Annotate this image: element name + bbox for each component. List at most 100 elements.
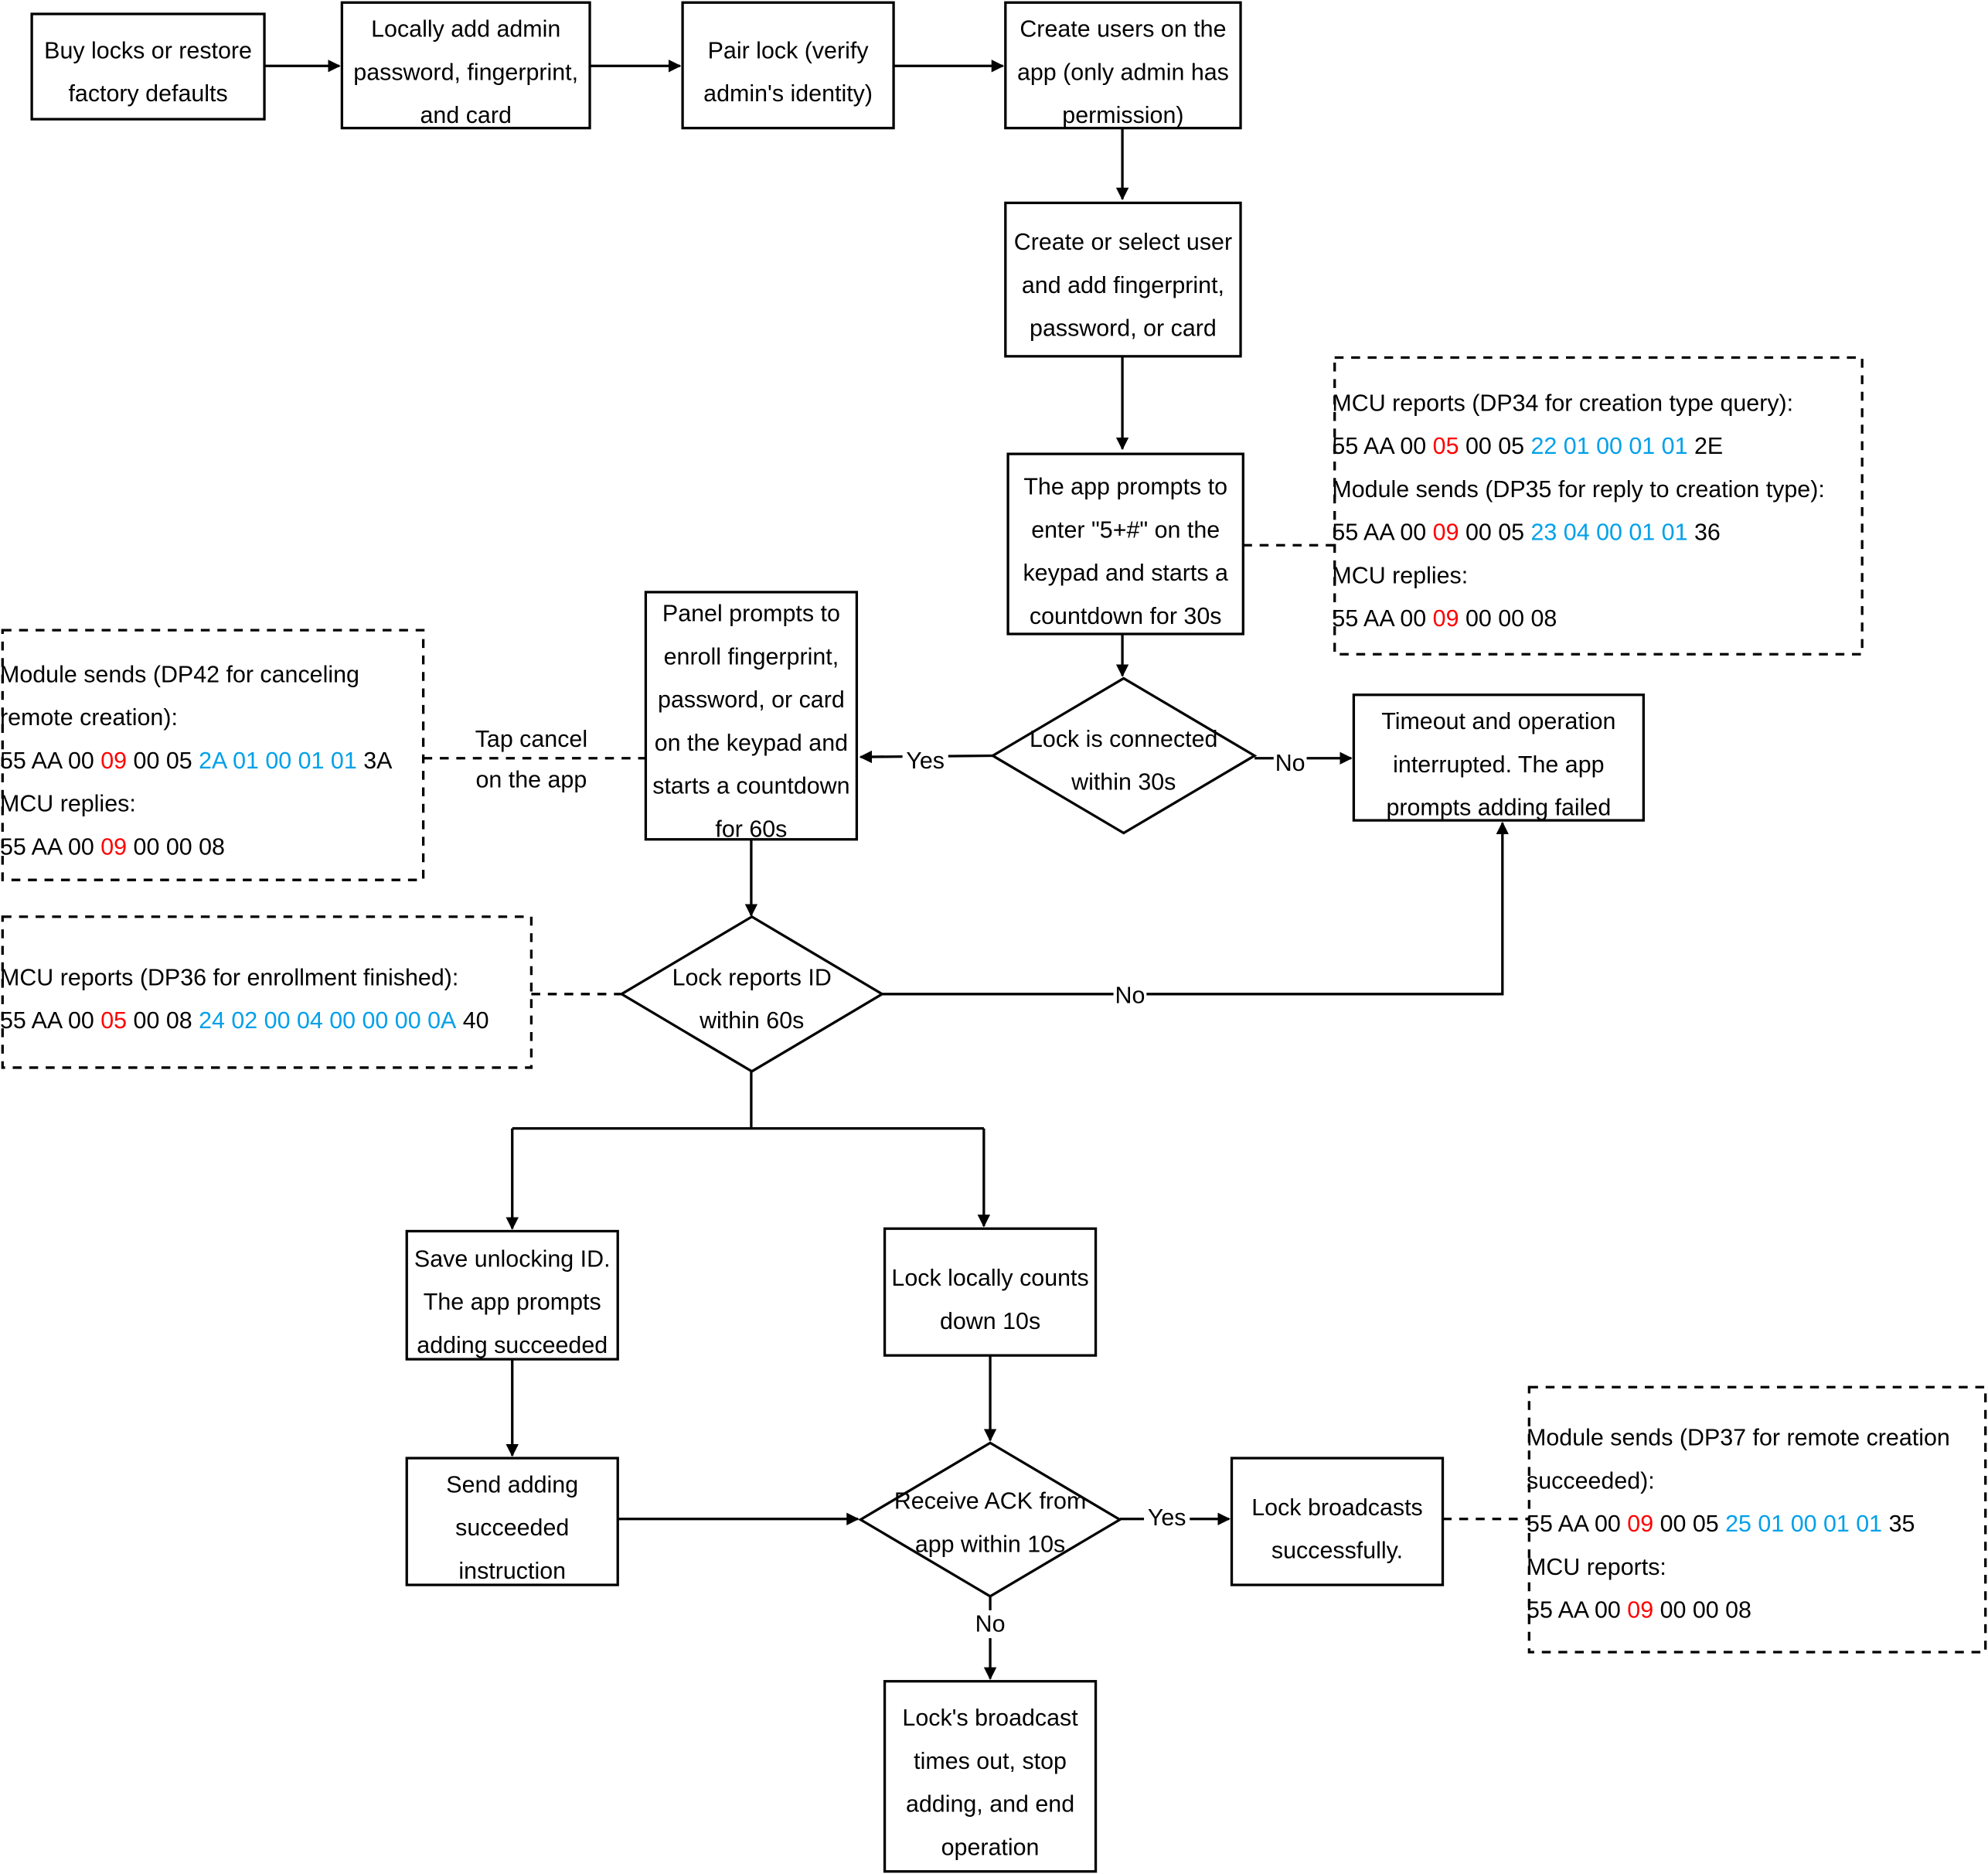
edge-label-text: Tap cancel <box>475 726 587 752</box>
node-text: on the keypad and <box>655 730 848 756</box>
annotation-line: 55 AA 00 05 00 05 22 01 00 01 01 2E <box>1332 433 1723 459</box>
annotation-segment: 00 05 <box>1459 433 1531 459</box>
annotation-segment: 00 05 <box>127 748 199 774</box>
annotation-segment: succeeded): <box>1527 1467 1655 1494</box>
edge-label-no-reports-id: No <box>1113 981 1147 1010</box>
node-text: countdown for 30s <box>1030 603 1222 629</box>
node-text: Create or select user <box>1014 229 1232 255</box>
annotation-segment: Module sends (DP42 for canceling <box>0 661 359 687</box>
annotation-segment: 36 <box>1688 520 1721 546</box>
annotation-segment: 09 <box>1433 605 1459 632</box>
node-text: adding succeeded <box>417 1332 608 1358</box>
node-broadcast-timeout: Lock's broadcast times out, stop adding, a… <box>883 1680 1098 1873</box>
annotation-segment: 09 <box>1627 1597 1653 1624</box>
node-text: password, or card <box>1030 315 1217 342</box>
annotation-segment: 3A <box>357 748 393 774</box>
node-text: interrupted. The app <box>1393 751 1604 778</box>
node-text: instruction <box>458 1558 566 1584</box>
node-text: enroll fingerprint, <box>664 643 839 670</box>
edge-label-text: No <box>1275 750 1305 776</box>
annotation-segment: 00 05 <box>1459 520 1531 546</box>
annotation-segment: MCU replies: <box>1332 562 1468 588</box>
node-text: password, or card <box>658 687 845 713</box>
node-app-prompts: The app prompts to enter "5+#" on the keyp… <box>1006 452 1244 635</box>
annotation-segment: 22 01 00 01 01 <box>1531 433 1688 459</box>
node-text: password, fingerprint, <box>353 59 578 85</box>
annotation-line: MCU reports: <box>1527 1554 1666 1580</box>
node-panel-prompts: Panel prompts to enroll fingerprint, passw… <box>644 591 859 842</box>
edge-label-text: on the app <box>476 767 587 793</box>
annotation-segment: 55 AA 00 <box>0 748 100 774</box>
node-text: for 60s <box>715 816 787 842</box>
annotation-segment: 09 <box>1433 520 1459 546</box>
nodes: Buy locks or restore factory defaults Loca… <box>30 1 1645 1873</box>
annotation-segment: 55 AA 00 <box>1332 433 1432 459</box>
annotation-segment: 09 <box>100 833 127 860</box>
node-text: within 60s <box>699 1007 804 1034</box>
node-text: admin's identity) <box>703 80 873 107</box>
node-reports-id-60s: Lock reports ID within 60s <box>618 915 885 1073</box>
annotation-segment: Module sends (DP37 for remote creation <box>1527 1425 1950 1451</box>
annotation-segment: 40 <box>456 1007 488 1034</box>
edge-label-no-connected: No <box>1273 749 1307 778</box>
annotation-segment: 00 00 08 <box>1459 605 1557 632</box>
annotation-segment: 25 01 00 01 01 <box>1725 1511 1882 1537</box>
node-text: Create users on the <box>1020 16 1226 43</box>
node-text: down 10s <box>940 1308 1040 1334</box>
annotation-segment: 2A 01 00 01 01 <box>199 748 357 774</box>
node-text: factory defaults <box>68 80 227 107</box>
node-text: Lock is connected <box>1030 726 1217 752</box>
annotation-dp42: Module sends (DP42 for canceling remote c… <box>0 629 425 881</box>
node-text: succeeded <box>455 1515 569 1541</box>
annotation-dp34-35: MCU reports (DP34 for creation type quer… <box>1332 356 1864 656</box>
annotation-segment: 2E <box>1688 433 1724 459</box>
annotation-line: 55 AA 00 09 00 00 08 <box>1332 605 1557 632</box>
annotation-line: MCU replies: <box>1332 562 1468 588</box>
edge-label-text: Yes <box>1148 1504 1186 1531</box>
node-text: Save unlocking ID. <box>414 1245 611 1272</box>
node-text: prompts adding failed <box>1386 795 1611 821</box>
annotation-dp37: Module sends (DP37 for remote creation su… <box>1527 1385 1987 1654</box>
annotation-line: remote creation): <box>0 704 178 731</box>
process-box <box>883 1227 1098 1357</box>
node-text: Buy locks or restore <box>44 37 252 63</box>
node-text: adding, and end <box>906 1791 1074 1818</box>
annotation-segment: 24 02 00 04 00 00 00 0A <box>199 1007 457 1034</box>
decision-diamond <box>858 1441 1123 1598</box>
annotation-segment: 00 08 <box>127 1007 199 1034</box>
dashed-note-box <box>1 915 533 1069</box>
node-text: permission) <box>1062 102 1183 128</box>
edge-label-no-ack: No <box>973 1610 1007 1638</box>
flowchart: Buy locks or restore factory defaults Loca… <box>0 1 1987 1873</box>
annotation-segment: 00 05 <box>1653 1511 1725 1537</box>
annotation-segment: remote creation): <box>0 704 178 731</box>
node-text: app (only admin has <box>1017 59 1229 85</box>
node-text: Lock broadcasts <box>1251 1494 1422 1521</box>
edge-label-text: No <box>975 1611 1006 1637</box>
node-text: within 30s <box>1071 769 1176 796</box>
annotation-segment: 55 AA 00 <box>1527 1597 1627 1624</box>
annotation-segment: 35 <box>1882 1511 1915 1537</box>
node-text: The app prompts to <box>1023 474 1227 500</box>
annotation-segment: 23 04 00 01 01 <box>1531 520 1688 546</box>
node-text: and add fingerprint, <box>1022 272 1224 298</box>
node-broadcast-ok: Lock broadcasts successfully. <box>1230 1457 1445 1586</box>
node-pair-lock: Pair lock (verify admin's identity) <box>681 1 895 130</box>
annotation-line: 55 AA 00 09 00 00 08 <box>1527 1597 1751 1624</box>
annotation-segment: MCU reports (DP36 for enrollment finishe… <box>0 964 458 990</box>
annotation-segment: 09 <box>1627 1511 1653 1537</box>
node-text: and card <box>420 102 512 128</box>
annotation-line: MCU reports (DP34 for creation type quer… <box>1332 390 1793 416</box>
annotation-segment: 09 <box>100 748 127 774</box>
process-box <box>644 591 859 841</box>
annotation-line: 55 AA 00 09 00 05 25 01 00 01 01 35 <box>1527 1511 1915 1537</box>
annotation-line: MCU reports (DP36 for enrollment finishe… <box>0 964 458 990</box>
annotation-segment: 55 AA 00 <box>0 1007 100 1034</box>
annotation-line: 55 AA 00 09 00 05 23 04 00 01 01 36 <box>1332 520 1720 546</box>
node-text: Pair lock (verify <box>708 37 870 63</box>
annotation-line: Module sends (DP37 for remote creation <box>1527 1425 1950 1451</box>
annotation-segment: 55 AA 00 <box>1332 605 1432 632</box>
node-ack-10s: Receive ACK from app within 10s <box>858 1441 1123 1598</box>
node-text: keypad and starts a <box>1023 560 1228 586</box>
annotation-segment: MCU reports (DP34 for creation type quer… <box>1332 390 1793 416</box>
